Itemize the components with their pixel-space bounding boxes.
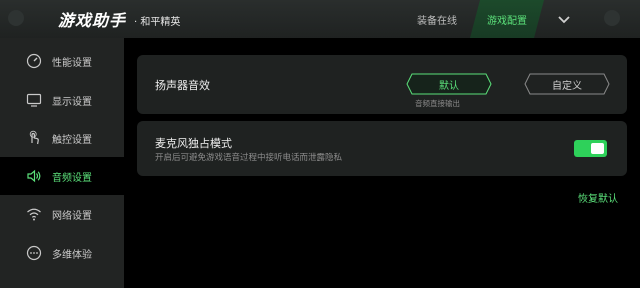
default-option-button[interactable]: 默认 <box>406 73 492 95</box>
sidebar-item-label: 音频设置 <box>52 173 92 184</box>
wifi-icon <box>26 206 42 222</box>
mic-exclusive-title: 麦克风独占模式 <box>155 137 232 150</box>
sidebar-item-label: 多维体验 <box>52 250 92 261</box>
sidebar-item-network[interactable]: 网络设置 <box>0 195 124 233</box>
speaker-icon <box>26 168 42 184</box>
mic-exclusive-description: 开启后可避免游戏语音过程中接听电话而泄露隐私 <box>155 153 343 163</box>
sidebar-item-label: 触控设置 <box>52 135 92 146</box>
default-option-label: 默认 <box>439 80 459 92</box>
more-icon <box>26 245 42 261</box>
speaker-effect-card: 扬声器音效 默认 音频直接输出 自定义 <box>137 55 627 114</box>
sidebar-item-audio[interactable]: 音频设置 <box>0 157 124 195</box>
custom-option-button[interactable]: 自定义 <box>524 73 610 95</box>
custom-option-label: 自定义 <box>552 80 582 92</box>
mic-exclusive-toggle[interactable] <box>574 140 607 157</box>
sidebar-item-display[interactable]: 显示设置 <box>0 81 124 119</box>
sidebar-item-touch[interactable]: 触控设置 <box>0 119 124 157</box>
speaker-effect-hint: 音频直接输出 <box>415 99 460 108</box>
game-name: · 和平精英 <box>134 17 181 28</box>
status-dot-icon <box>8 10 24 26</box>
monitor-icon <box>26 92 42 108</box>
top-bar: 游戏助手 · 和平精英 装备在线 游戏配置 <box>0 0 640 38</box>
app-title: 游戏助手 <box>58 11 127 30</box>
tab-label: 游戏配置 <box>487 15 527 27</box>
sidebar-item-multi-experience[interactable]: 多维体验 <box>0 234 124 272</box>
sidebar-item-label: 显示设置 <box>52 97 92 108</box>
tab-equipment-online[interactable]: 装备在线 <box>405 0 469 38</box>
gauge-icon <box>26 53 42 69</box>
toggle-knob <box>591 143 604 154</box>
sidebar-item-performance[interactable]: 性能设置 <box>0 42 124 80</box>
chevron-down-icon[interactable] <box>556 12 572 26</box>
sidebar-item-label: 网络设置 <box>52 211 92 222</box>
speaker-effect-title: 扬声器音效 <box>155 79 210 92</box>
tab-game-config[interactable]: 游戏配置 <box>470 0 544 38</box>
decorative-dot-icon <box>604 10 620 26</box>
mic-exclusive-card: 麦克风独占模式 开启后可避免游戏语音过程中接听电话而泄露隐私 <box>137 121 627 176</box>
tab-label: 装备在线 <box>417 15 457 27</box>
touch-icon <box>26 130 42 146</box>
sidebar: 性能设置 显示设置 触控设置 音频设置 网络设置 多维体验 <box>0 38 124 288</box>
sidebar-item-label: 性能设置 <box>52 58 92 69</box>
restore-default-button[interactable]: 恢复默认 <box>578 190 618 205</box>
